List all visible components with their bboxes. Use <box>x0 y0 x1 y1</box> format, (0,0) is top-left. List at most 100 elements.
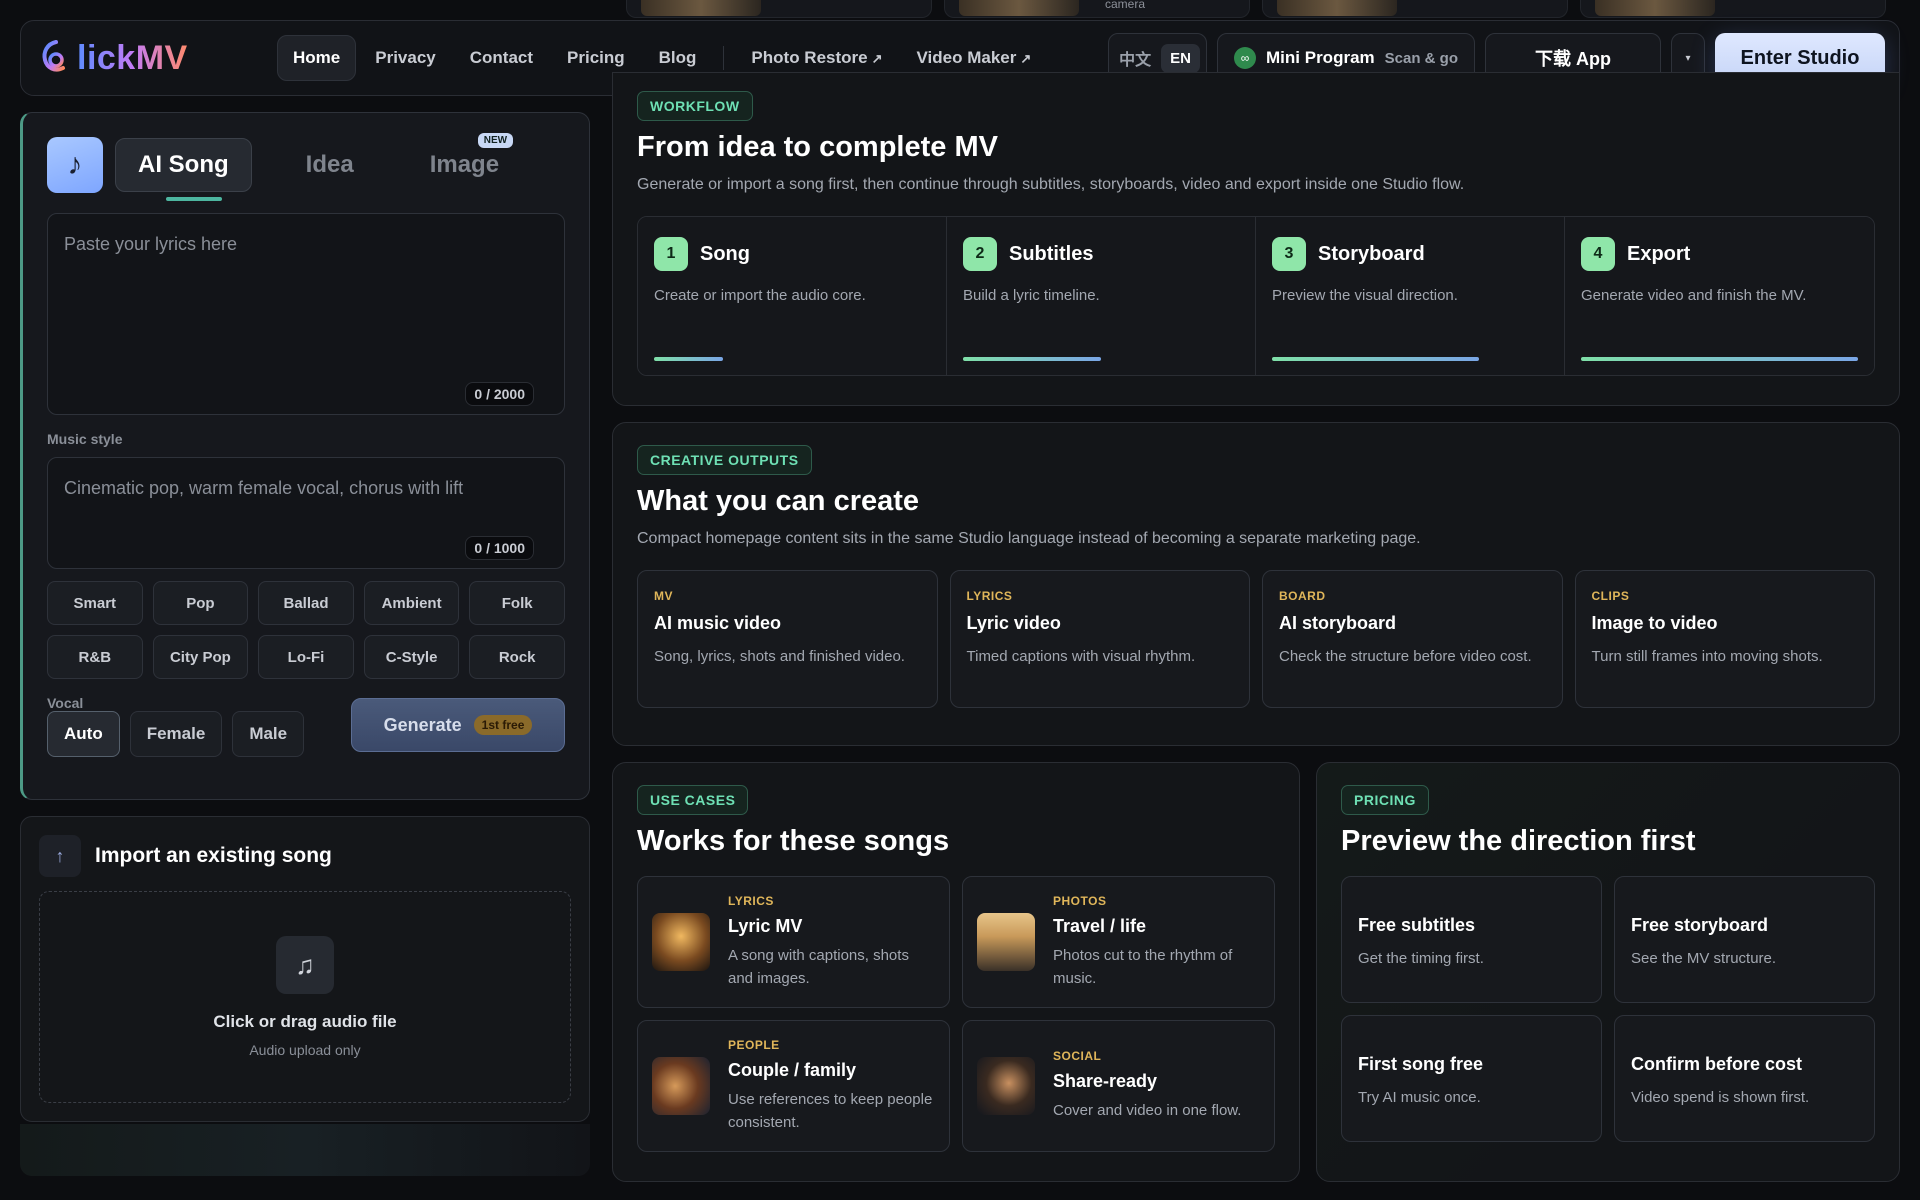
outputs-chip: CREATIVE OUTPUTS <box>637 445 812 475</box>
creative-outputs-section: CREATIVE OUTPUTS What you can create Com… <box>612 422 1900 746</box>
card-desc: Video spend is shown first. <box>1631 1089 1810 1106</box>
use-case-lyric-mv[interactable]: LYRICS Lyric MV A song with captions, shot… <box>637 876 950 1008</box>
free-badge: 1st free <box>473 715 533 735</box>
style-pop[interactable]: Pop <box>152 581 249 625</box>
output-card-board[interactable]: BOARD AI storyboard Check the structure be… <box>1262 570 1563 708</box>
audio-dropzone[interactable]: ♫ Click or drag audio file Audio upload … <box>39 891 571 1103</box>
use-case-cards: LYRICS Lyric MV A song with captions, shot… <box>637 876 1275 1152</box>
upload-arrow-icon: ↑ <box>39 835 81 877</box>
vocal-female[interactable]: Female <box>129 711 223 757</box>
vocal-row: Auto Female Male Generate 1st free <box>47 698 565 757</box>
vocal-male[interactable]: Male <box>232 711 305 757</box>
step-desc: Create or import the audio core. <box>654 287 866 304</box>
step-desc: Generate video and finish the MV. <box>1581 287 1807 304</box>
logo-text: lickMV <box>77 38 188 77</box>
card-title: AI music video <box>654 613 782 633</box>
lang-zh[interactable]: 中文 <box>1115 46 1155 70</box>
use-cases-chip: USE CASES <box>637 785 749 815</box>
use-case-thumbnail <box>977 1057 1035 1115</box>
card-desc: See the MV structure. <box>1631 950 1777 967</box>
card-tag: LYRICS <box>728 894 774 908</box>
import-header: ↑ Import an existing song <box>39 835 571 877</box>
logo[interactable]: lickMV <box>39 38 219 78</box>
music-style-textarea[interactable]: Cinematic pop, warm female vocal, chorus… <box>47 457 565 569</box>
nav-privacy[interactable]: Privacy <box>360 36 451 80</box>
style-ambient[interactable]: Ambient <box>363 581 460 625</box>
nav-home[interactable]: Home <box>277 35 357 81</box>
style-folk[interactable]: Folk <box>469 581 565 625</box>
lyrics-textarea[interactable]: Paste your lyrics here 0 / 2000 <box>47 213 565 415</box>
card-tag: BOARD <box>1279 589 1326 603</box>
step-song: 1 Song Create or import the audio core. <box>638 217 947 375</box>
workflow-chip: WORKFLOW <box>637 91 753 121</box>
output-card-mv[interactable]: MV AI music video Song, lyrics, shots and … <box>637 570 938 708</box>
card-desc: Photos cut to the rhythm of music. <box>1053 947 1233 987</box>
style-rnb[interactable]: R&B <box>47 635 143 679</box>
style-c-style[interactable]: C-Style <box>363 635 460 679</box>
workflow-title: From idea to complete MV <box>637 131 998 163</box>
top-thumbnail-strip: camera <box>612 0 1900 18</box>
thumbnail[interactable] <box>1580 0 1886 18</box>
card-title: Travel / life <box>1053 916 1147 936</box>
outputs-cards: MV AI music video Song, lyrics, shots and … <box>637 570 1875 708</box>
generate-button[interactable]: Generate 1st free <box>351 698 565 752</box>
lyrics-placeholder: Paste your lyrics here <box>64 234 238 254</box>
generator-tabs: ♪ AI Song Idea Image NEW <box>47 133 565 201</box>
pricing-first-song-free[interactable]: First song free Try AI music once. <box>1341 1015 1602 1142</box>
card-tag: PHOTOS <box>1053 894 1107 908</box>
tab-idea[interactable]: Idea <box>284 139 376 191</box>
lang-en[interactable]: EN <box>1161 43 1201 73</box>
card-desc: A song with captions, shots and images. <box>728 947 909 987</box>
tab-image[interactable]: Image NEW <box>408 133 521 191</box>
output-card-lyrics[interactable]: LYRICS Lyric video Timed captions with vis… <box>949 570 1250 708</box>
pricing-section: PRICING Preview the direction first Free… <box>1316 762 1900 1182</box>
card-title: Lyric video <box>966 613 1061 633</box>
song-generator-panel: ♪ AI Song Idea Image NEW Paste your lyri… <box>20 112 590 800</box>
step-desc: Build a lyric timeline. <box>963 287 1100 304</box>
step-storyboard: 3 Storyboard Preview the visual direction… <box>1256 217 1565 375</box>
music-style-label: Music style <box>47 431 123 447</box>
card-desc: Check the structure before video cost. <box>1279 648 1532 665</box>
step-title: Export <box>1627 242 1691 265</box>
output-card-clips[interactable]: CLIPS Image to video Turn still frames int… <box>1574 570 1875 708</box>
card-desc: Try AI music once. <box>1358 1089 1481 1106</box>
style-rock[interactable]: Rock <box>469 635 565 679</box>
style-lo-fi[interactable]: Lo-Fi <box>258 635 354 679</box>
style-city-pop[interactable]: City Pop <box>152 635 249 679</box>
use-cases-title: Works for these songs <box>637 825 950 857</box>
use-case-share-ready[interactable]: SOCIAL Share-ready Cover and video in one … <box>962 1020 1275 1152</box>
use-case-travel[interactable]: PHOTOS Travel / life Photos cut to the rhy… <box>962 876 1275 1008</box>
vocal-auto[interactable]: Auto <box>47 711 120 757</box>
tab-ai-song[interactable]: AI Song <box>115 138 252 201</box>
thumbnail[interactable] <box>626 0 932 18</box>
style-smart[interactable]: Smart <box>47 581 143 625</box>
card-tag: CLIPS <box>1591 589 1630 603</box>
card-title: Free subtitles <box>1358 915 1476 935</box>
pricing-free-storyboard[interactable]: Free storyboard See the MV structure. <box>1614 876 1875 1003</box>
step-number: 2 <box>963 237 997 271</box>
thumbnail[interactable]: camera <box>944 0 1250 18</box>
pricing-confirm-before-cost[interactable]: Confirm before cost Video spend is shown … <box>1614 1015 1875 1142</box>
card-desc: Song, lyrics, shots and finished video. <box>654 648 905 665</box>
step-progress-bar <box>963 357 1101 361</box>
use-cases-section: USE CASES Works for these songs LYRICS Ly… <box>612 762 1300 1182</box>
use-case-thumbnail <box>977 913 1035 971</box>
card-tag: MV <box>654 589 673 603</box>
step-number: 4 <box>1581 237 1615 271</box>
mini-program-label: Mini Program <box>1266 48 1375 67</box>
card-desc: Use references to keep people consistent… <box>728 1091 933 1131</box>
card-title: AI storyboard <box>1279 613 1397 633</box>
outputs-subtitle: Compact homepage content sits in the sam… <box>637 530 1421 547</box>
music-note-icon: ♪ <box>47 137 103 193</box>
import-title: Import an existing song <box>95 844 332 867</box>
step-number: 1 <box>654 237 688 271</box>
nav-divider <box>723 46 725 70</box>
style-ballad[interactable]: Ballad <box>258 581 354 625</box>
pricing-free-subtitles[interactable]: Free subtitles Get the timing first. <box>1341 876 1602 1003</box>
nav-contact[interactable]: Contact <box>455 36 548 80</box>
use-case-couple-family[interactable]: PEOPLE Couple / family Use references to k… <box>637 1020 950 1152</box>
use-case-thumbnail <box>652 913 710 971</box>
thumbnail[interactable] <box>1262 0 1568 18</box>
music-note-icon: ♫ <box>276 936 334 994</box>
card-title: First song free <box>1358 1054 1484 1074</box>
